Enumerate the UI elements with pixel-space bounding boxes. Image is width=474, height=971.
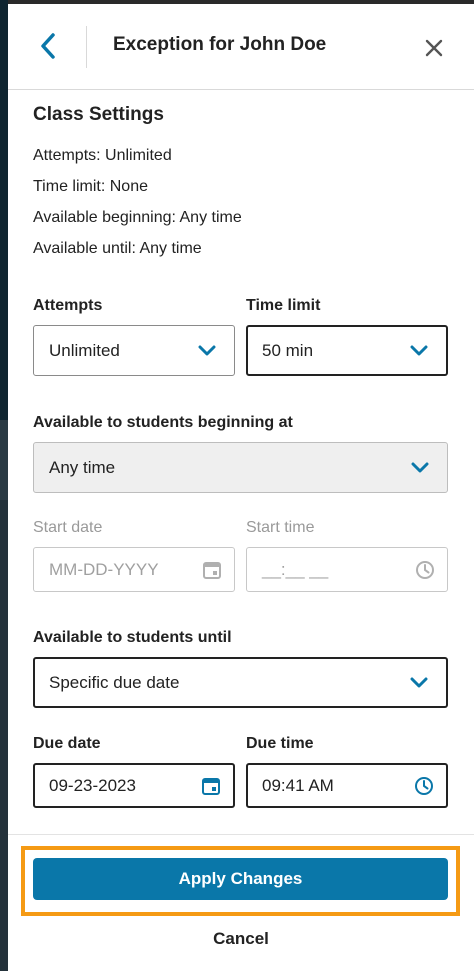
calendar-icon[interactable]	[201, 776, 221, 796]
time-limit-value: 50 min	[262, 340, 314, 360]
time-limit-label: Time limit	[246, 297, 321, 314]
class-settings-title: Class Settings	[33, 104, 164, 125]
back-button[interactable]	[32, 26, 64, 66]
setting-time-limit: Time limit: None	[33, 178, 148, 195]
attempts-label: Attempts	[33, 297, 103, 314]
attempts-value: Unlimited	[49, 340, 120, 360]
due-time-label: Due time	[246, 735, 314, 752]
chevron-down-icon	[198, 345, 216, 355]
background-edge-segment	[0, 0, 8, 420]
attempts-select[interactable]: Unlimited	[33, 325, 235, 376]
panel-title: Exception for John Doe	[113, 34, 327, 55]
calendar-icon	[203, 561, 221, 579]
available-beginning-label: Available to students beginning at	[33, 414, 293, 431]
clock-icon[interactable]	[414, 776, 434, 796]
due-date-label: Due date	[33, 735, 101, 752]
time-limit-select[interactable]: 50 min	[246, 325, 448, 376]
panel-header: Exception for John Doe	[8, 4, 474, 90]
background-edge-segment	[0, 500, 8, 971]
start-time-placeholder: __:__ __	[262, 559, 329, 579]
due-time-field[interactable]: 09:41 AM	[246, 763, 448, 808]
setting-available-until: Available until: Any time	[33, 240, 202, 257]
header-divider	[86, 26, 87, 68]
due-date-value: 09-23-2023	[49, 775, 136, 795]
available-beginning-select[interactable]: Any time	[33, 442, 448, 493]
apply-changes-button[interactable]: Apply Changes	[33, 858, 448, 900]
setting-available-beginning: Available beginning: Any time	[33, 209, 242, 226]
close-button[interactable]	[418, 32, 450, 64]
start-date-field[interactable]: MM-DD-YYYY	[33, 547, 235, 592]
background-edge	[0, 0, 8, 971]
chevron-down-icon	[410, 677, 428, 687]
start-time-label: Start time	[246, 519, 315, 536]
panel-footer: Apply Changes Cancel	[8, 834, 474, 971]
chevron-down-icon	[410, 345, 428, 355]
available-until-label: Available to students until	[33, 629, 232, 646]
clock-icon	[416, 560, 434, 579]
setting-attempts: Attempts: Unlimited	[33, 147, 172, 164]
start-date-placeholder: MM-DD-YYYY	[49, 559, 159, 579]
start-time-field[interactable]: __:__ __	[246, 547, 448, 592]
chevron-down-icon	[411, 462, 429, 472]
available-until-select[interactable]: Specific due date	[33, 657, 448, 708]
start-date-label: Start date	[33, 519, 103, 536]
cancel-button[interactable]: Cancel	[191, 925, 291, 953]
background-edge-segment	[0, 420, 8, 500]
exception-panel: Exception for John Doe Class Settings At…	[8, 4, 474, 971]
available-until-value: Specific due date	[49, 672, 180, 692]
chevron-left-icon	[41, 33, 55, 59]
due-time-value: 09:41 AM	[262, 775, 334, 795]
close-icon	[425, 39, 443, 57]
available-beginning-value: Any time	[49, 457, 116, 477]
due-date-field[interactable]: 09-23-2023	[33, 763, 235, 808]
